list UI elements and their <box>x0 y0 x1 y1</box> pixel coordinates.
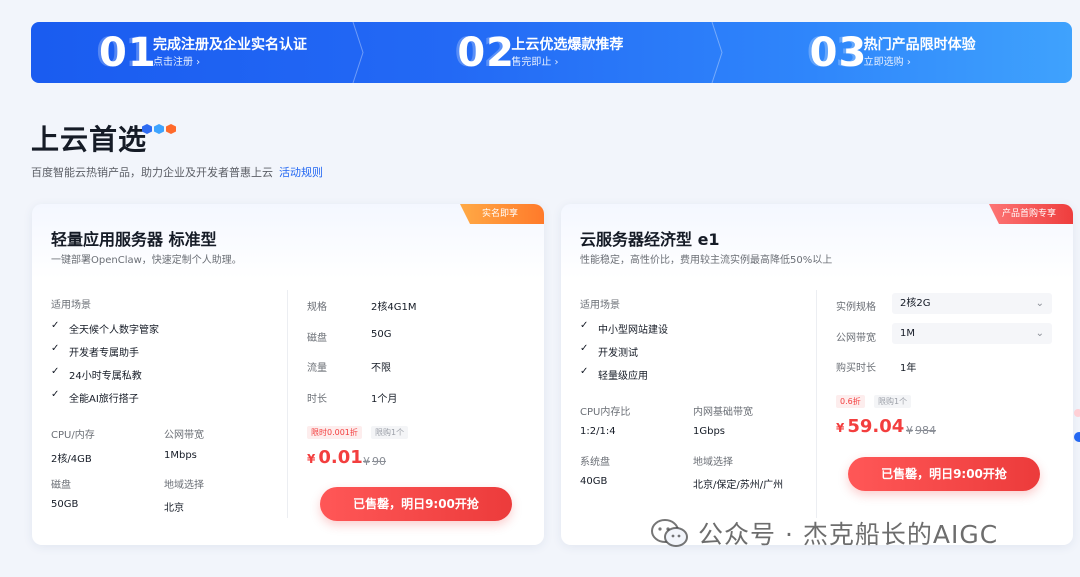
price: ¥59.04 <box>836 416 904 437</box>
select-value: 1M <box>900 328 915 339</box>
step-link[interactable]: 点击注册 <box>153 57 307 69</box>
buy-button[interactable]: 已售罄，明日9:00开抢 <box>320 487 512 521</box>
spec-label: CPU/内存 <box>51 430 95 441</box>
feature-item: 全能AI旅行搭子 <box>51 389 139 405</box>
step-number: 02 <box>457 29 515 76</box>
card-desc: 性能稳定，高性价比，费用较主流实例最高降低50%以上 <box>580 255 833 266</box>
config-label: 磁盘 <box>307 333 327 344</box>
config-label: 购买时长 <box>836 363 876 374</box>
buy-button[interactable]: 已售罄，明日9:00开抢 <box>848 457 1040 491</box>
product-card-e1: 产品首购专享 云服务器经济型 e1 性能稳定，高性价比，费用较主流实例最高降低5… <box>561 204 1073 545</box>
step-title: 上云优选爆款推荐 <box>511 37 624 53</box>
limit-badge: 限购1个 <box>874 395 912 408</box>
config-label: 公网带宽 <box>836 333 876 344</box>
config-value: 2核4G1M <box>371 302 417 313</box>
currency: ¥ <box>307 452 316 466</box>
instance-spec-select[interactable]: 2核2G ⌄ <box>892 293 1052 314</box>
config-label: 实例规格 <box>836 302 876 313</box>
card-title: 云服务器经济型 e1 <box>580 230 720 249</box>
card-desc: 一键部署OpenClaw，快速定制个人助理。 <box>51 255 242 266</box>
spec-label: 地域选择 <box>693 457 733 468</box>
spec-value: 40GB <box>580 476 608 487</box>
currency: ¥ <box>836 421 845 435</box>
step-3[interactable]: 03 热门产品限时体验 立即选购 <box>720 22 1072 83</box>
step-1[interactable]: 01 完成注册及企业实名认证 点击注册 <box>31 22 364 83</box>
divider <box>816 290 817 518</box>
bandwidth-select[interactable]: 1M ⌄ <box>892 323 1052 344</box>
feature-item: 开发测试 <box>580 343 638 359</box>
watermark: 公众号 · 杰克船长的AIGC <box>650 515 998 551</box>
watermark-text: 公众号 · 杰克船长的AIGC <box>698 520 999 549</box>
spec-label: 地域选择 <box>164 480 204 491</box>
step-2[interactable]: 02 上云优选爆款推荐 售完即止 <box>361 22 723 83</box>
product-card-lightweight: 实名即享 轻量应用服务器 标准型 一键部署OpenClaw，快速定制个人助理。 … <box>32 204 544 545</box>
spec-value: 1Mbps <box>164 450 197 461</box>
price-amount: 0.01 <box>318 447 363 468</box>
spec-value: 2核/4GB <box>51 454 92 465</box>
rules-link[interactable]: 活动规则 <box>279 166 323 179</box>
card-title: 轻量应用服务器 标准型 <box>51 230 217 249</box>
discount-badge: 限时0.001折 <box>307 426 362 439</box>
price: ¥0.01 <box>307 447 363 468</box>
steps-banner: 01 完成注册及企业实名认证 点击注册 02 上云优选爆款推荐 售完即止 03 … <box>31 22 1072 83</box>
step-number: 01 <box>99 29 157 76</box>
spec-label: 内网基础带宽 <box>693 407 753 418</box>
section-desc-text: 百度智能云热销产品，助力企业及开发者普惠上云 <box>31 166 273 179</box>
feature-item: 24小时专属私教 <box>51 366 142 382</box>
limit-badge: 限购1个 <box>371 426 409 439</box>
spec-value: 50GB <box>51 499 79 510</box>
spec-label: 系统盘 <box>580 457 610 468</box>
step-title: 热门产品限时体验 <box>863 37 976 53</box>
price-amount: 59.04 <box>847 416 905 437</box>
spec-label: 磁盘 <box>51 480 71 491</box>
divider <box>287 290 288 518</box>
original-price: ¥90 <box>363 455 386 468</box>
chevron-down-icon: ⌄ <box>1035 328 1044 339</box>
corner-tag: 产品首购专享 <box>989 204 1073 224</box>
original-price: ¥984 <box>906 424 936 437</box>
config-label: 时长 <box>307 394 327 405</box>
config-label: 规格 <box>307 302 327 313</box>
step-link[interactable]: 售完即止 <box>511 57 623 69</box>
original-price-amount: 90 <box>372 455 386 468</box>
spec-value: 1Gbps <box>693 426 726 437</box>
feature-item: 中小型网站建设 <box>580 320 668 336</box>
scene-label: 适用场景 <box>580 300 620 311</box>
section-title: 上云首选 <box>31 123 148 156</box>
step-number: 03 <box>809 29 868 76</box>
feature-item: 轻量级应用 <box>580 366 648 382</box>
floating-service-icon[interactable] <box>1070 405 1080 445</box>
config-value: 不限 <box>371 363 391 374</box>
spec-label: CPU内存比 <box>580 407 631 418</box>
corner-tag: 实名即享 <box>460 204 544 224</box>
spec-label: 公网带宽 <box>164 430 204 441</box>
spec-value: 北京/保定/苏州/广州 <box>693 480 784 491</box>
feature-item: 开发者专属助手 <box>51 343 139 359</box>
spec-value: 北京 <box>164 503 184 514</box>
config-value: 50G <box>371 329 392 340</box>
hexagon-dots-icon <box>142 124 176 134</box>
chevron-down-icon: ⌄ <box>1035 298 1044 309</box>
section-desc: 百度智能云热销产品，助力企业及开发者普惠上云 活动规则 <box>31 164 323 180</box>
config-value: 1年 <box>900 363 917 374</box>
spec-value: 1:2/1:4 <box>580 426 616 437</box>
wechat-icon <box>651 519 688 547</box>
step-link[interactable]: 立即选购 <box>864 57 976 69</box>
config-value: 1个月 <box>371 394 398 405</box>
feature-item: 全天候个人数字管家 <box>51 320 159 336</box>
select-value: 2核2G <box>900 298 931 309</box>
original-price-amount: 984 <box>915 424 936 437</box>
step-title: 完成注册及企业实名认证 <box>153 37 307 53</box>
discount-badge: 0.6折 <box>836 395 865 408</box>
scene-label: 适用场景 <box>51 300 91 311</box>
config-label: 流量 <box>307 363 327 374</box>
